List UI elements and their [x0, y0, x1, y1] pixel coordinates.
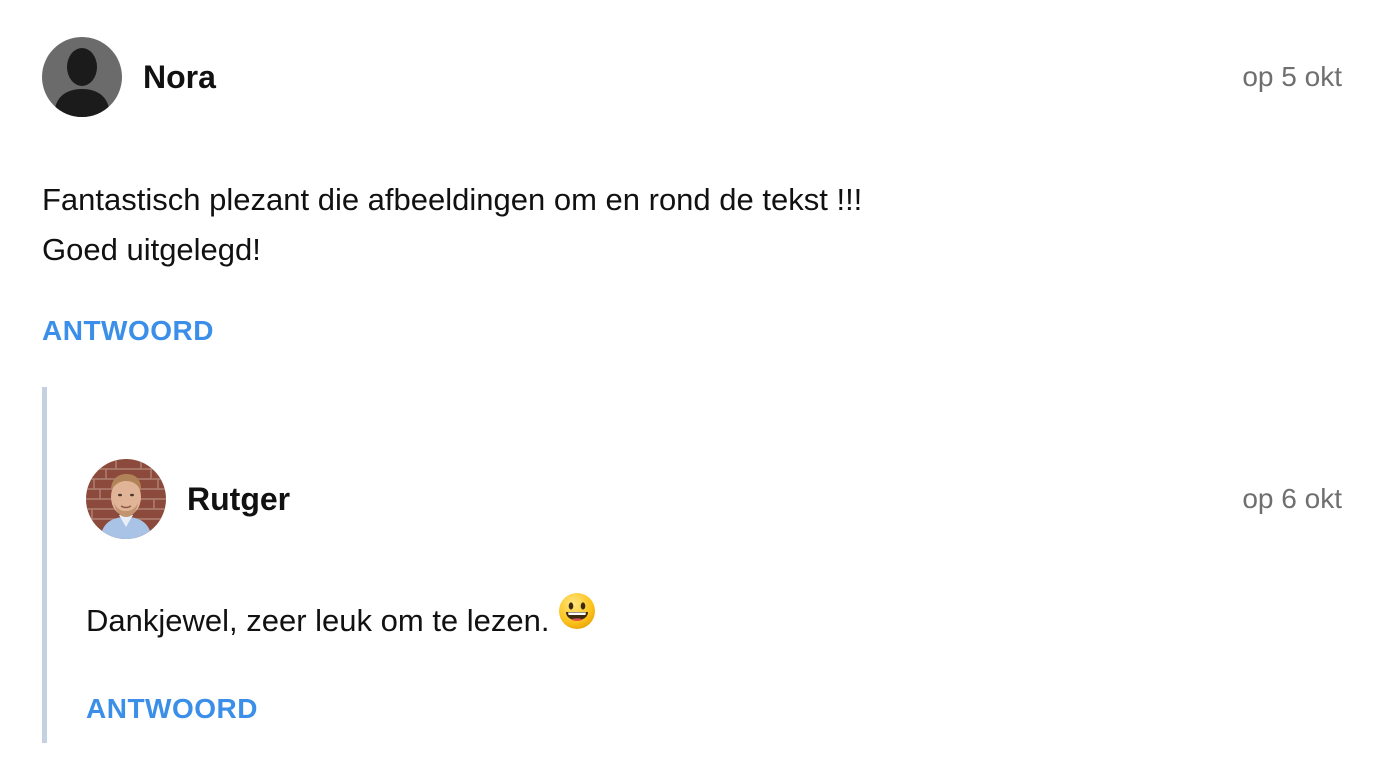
comment-date: op 5 okt [1242, 61, 1342, 92]
comment-header: Rutger op 6 okt [86, 459, 1342, 539]
reply-thread-line [42, 387, 47, 743]
avatar-icon [86, 459, 166, 539]
comment-rutger: Rutger op 6 okt Dankjewel, zeer leuk om … [86, 459, 1342, 725]
comment-body: Fantastisch plezant die afbeeldingen om … [42, 175, 1342, 275]
comment-body: Dankjewel, zeer leuk om te lezen. [86, 593, 1342, 649]
reply-button[interactable]: ANTWOORD [86, 693, 258, 725]
grinning-face-emoji-icon [558, 592, 596, 645]
reply-button[interactable]: ANTWOORD [42, 315, 214, 347]
comment-text: Dankjewel, zeer leuk om te lezen. [86, 603, 550, 638]
comment-header: Nora op 5 okt [42, 37, 1342, 117]
comment-nora: Nora op 5 okt Fantastisch plezant die af… [42, 37, 1342, 347]
comment-text-line: Fantastisch plezant die afbeeldingen om … [42, 182, 863, 217]
comment-author: Rutger [187, 480, 291, 517]
comment-text-line: Goed uitgelegd! [42, 232, 261, 267]
comment-author: Nora [143, 58, 216, 95]
avatar-icon [42, 37, 122, 117]
comment-date: op 6 okt [1242, 483, 1342, 514]
